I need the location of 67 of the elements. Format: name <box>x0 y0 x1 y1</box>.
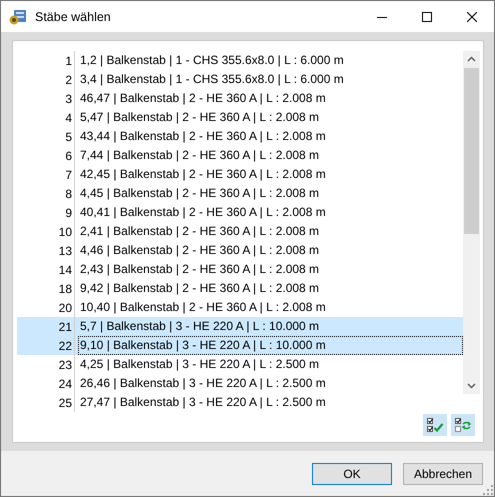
select-all-button[interactable] <box>423 414 447 436</box>
list-row[interactable]: 7 42,45 | Balkenstab | 2 - HE 360 A | L : 2.008 m <box>17 165 463 184</box>
window-title: Stäbe wählen <box>35 10 112 24</box>
row-number: 5 <box>64 130 73 144</box>
list-row[interactable]: 25 27,47 | Balkenstab | 3 - HE 220 A | L : 2.500 m <box>17 393 463 412</box>
row-text: 4,25 | Balkenstab | 3 - HE 220 A | L : 2.500 m <box>79 356 320 373</box>
resize-grip-icon[interactable] <box>483 485 493 495</box>
row-number: 2 <box>64 72 73 86</box>
row-text: 42,45 | Balkenstab | 2 - HE 360 A | L : 2.008 m <box>79 166 327 183</box>
list-row[interactable]: 23 4,25 | Balkenstab | 3 - HE 220 A | L : 2.500 m <box>17 355 463 374</box>
row-number: 1 <box>64 54 73 68</box>
row-number: 9 <box>64 206 73 220</box>
row-text: 46,47 | Balkenstab | 2 - HE 360 A | L : 2.008 m <box>79 90 327 107</box>
close-icon[interactable] <box>466 12 476 22</box>
cancel-button[interactable]: Abbrechen <box>403 462 483 484</box>
row-text: 2,43 | Balkenstab | 2 - HE 360 A | L : 2.008 m <box>79 261 320 278</box>
list-row[interactable]: 20 10,40 | Balkenstab | 2 - HE 360 A | L : 2.008 m <box>17 298 463 317</box>
row-number: 23 <box>58 358 73 372</box>
row-text: 1,2 | Balkenstab | 1 - CHS 355.6x8.0 | L : 6.000 m <box>79 52 345 69</box>
row-text: 3,4 | Balkenstab | 1 - CHS 355.6x8.0 | L : 6.000 m <box>79 71 345 88</box>
list-row[interactable]: 13 4,46 | Balkenstab | 2 - HE 360 A | L : 2.008 m <box>17 241 463 260</box>
row-number: 3 <box>64 92 73 106</box>
list-row[interactable]: 24 26,46 | Balkenstab | 3 - HE 220 A | L : 2.500 m <box>17 374 463 393</box>
list-row[interactable]: 14 2,43 | Balkenstab | 2 - HE 360 A | L : 2.008 m <box>17 260 463 279</box>
row-text: 4,46 | Balkenstab | 2 - HE 360 A | L : 2.008 m <box>79 242 320 259</box>
scrollbar-thumb[interactable] <box>464 68 479 234</box>
row-number: 20 <box>58 300 73 314</box>
row-number: 18 <box>58 282 73 296</box>
row-number: 7 <box>64 168 73 182</box>
row-text: 9,10 | Balkenstab | 3 - HE 220 A | L : 10.000 m <box>78 336 463 355</box>
row-number: 10 <box>58 224 73 238</box>
app-icon <box>9 8 27 24</box>
row-text: 26,46 | Balkenstab | 3 - HE 220 A | L : 2.500 m <box>79 375 327 392</box>
list-row[interactable]: 4 5,47 | Balkenstab | 2 - HE 360 A | L : 2.008 m <box>17 108 463 127</box>
row-number: 6 <box>64 148 73 162</box>
list-row[interactable]: 1 1,2 | Balkenstab | 1 - CHS 355.6x8.0 | L : 6.000 m <box>17 51 463 70</box>
row-number: 22 <box>58 338 73 352</box>
list-row[interactable]: 2 3,4 | Balkenstab | 1 - CHS 355.6x8.0 | L : 6.000 m <box>17 70 463 89</box>
row-text: 4,45 | Balkenstab | 2 - HE 360 A | L : 2.008 m <box>79 185 320 202</box>
list-row[interactable]: 10 2,41 | Balkenstab | 2 - HE 360 A | L : 2.008 m <box>17 222 463 241</box>
list-row[interactable]: 18 9,42 | Balkenstab | 2 - HE 360 A | L : 2.008 m <box>17 279 463 298</box>
row-number: 8 <box>64 186 73 200</box>
row-number: 24 <box>58 376 73 390</box>
list-row[interactable]: 9 40,41 | Balkenstab | 2 - HE 360 A | L : 2.008 m <box>17 203 463 222</box>
row-text: 5,7 | Balkenstab | 3 - HE 220 A | L : 10.000 m <box>79 318 320 335</box>
row-number: 13 <box>58 244 73 258</box>
row-text: 9,42 | Balkenstab | 2 - HE 360 A | L : 2.008 m <box>79 280 320 297</box>
list-row[interactable]: 5 43,44 | Balkenstab | 2 - HE 360 A | L : 2.008 m <box>17 127 463 146</box>
row-text: 43,44 | Balkenstab | 2 - HE 360 A | L : 2.008 m <box>79 128 327 145</box>
row-text: 7,44 | Balkenstab | 2 - HE 360 A | L : 2.008 m <box>79 147 320 164</box>
row-text: 10,40 | Balkenstab | 2 - HE 360 A | L : 2.008 m <box>79 299 327 316</box>
row-text: 27,47 | Balkenstab | 3 - HE 220 A | L : 2.500 m <box>79 394 327 411</box>
invert-selection-button[interactable] <box>451 414 475 436</box>
list-row[interactable]: 6 7,44 | Balkenstab | 2 - HE 360 A | L : 2.008 m <box>17 146 463 165</box>
row-number: 4 <box>64 110 73 124</box>
row-text: 2,41 | Balkenstab | 2 - HE 360 A | L : 2.008 m <box>79 223 320 240</box>
maximize-icon[interactable] <box>422 12 432 22</box>
row-text: 5,47 | Balkenstab | 2 - HE 360 A | L : 2.008 m <box>79 109 320 126</box>
row-number: 14 <box>58 262 73 276</box>
list-row[interactable]: 21 5,7 | Balkenstab | 3 - HE 220 A | L : 10.000 m <box>17 317 463 336</box>
row-number: 21 <box>58 320 73 334</box>
list-row[interactable]: 8 4,45 | Balkenstab | 2 - HE 360 A | L : 2.008 m <box>17 184 463 203</box>
list-row[interactable]: 22 9,10 | Balkenstab | 3 - HE 220 A | L : 10.000 m <box>17 336 463 355</box>
row-text: 40,41 | Balkenstab | 2 - HE 360 A | L : 2.008 m <box>79 204 327 221</box>
row-number: 25 <box>58 396 73 410</box>
ok-button[interactable]: OK <box>312 462 392 484</box>
list-row[interactable]: 3 46,47 | Balkenstab | 2 - HE 360 A | L : 2.008 m <box>17 89 463 108</box>
